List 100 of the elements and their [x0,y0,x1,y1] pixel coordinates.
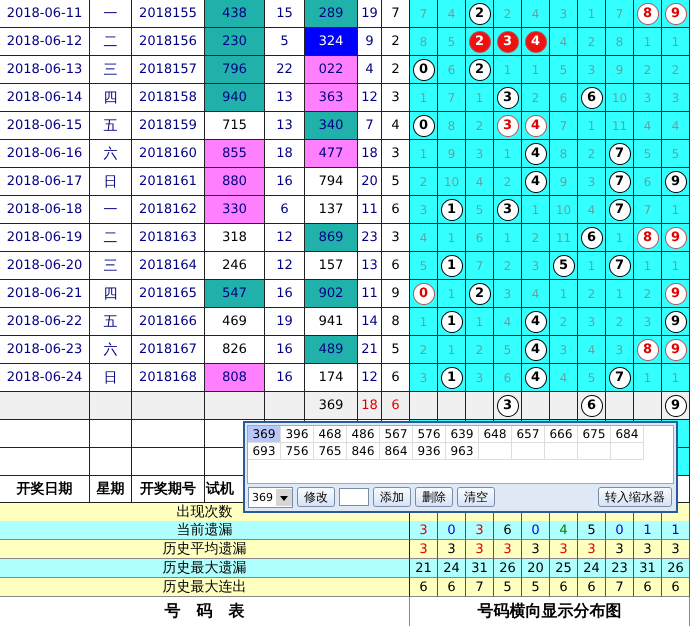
trial-sum: 16 [265,336,305,364]
draw-number: 489 [305,336,358,364]
miss-count: 1 [420,146,428,160]
action-button[interactable]: 修改 [297,487,335,507]
weekday: 二 [90,224,132,252]
miss-count: 1 [420,90,428,104]
number-item[interactable]: 765 [314,443,347,460]
column-header: 开奖期号 [132,476,205,503]
drawn-digit-ball: 0 [412,58,434,80]
drawn-digit-ball: 4 [524,366,546,388]
number-item[interactable]: 675 [578,426,611,443]
number-item[interactable]: 657 [512,426,545,443]
miss-count: 9 [616,62,624,76]
stat-value: 5 [578,521,606,540]
action-button[interactable]: 转入缩水器 [598,487,672,507]
draw-sum: 9 [358,28,382,56]
drawn-digit-ball: 6 [580,394,602,416]
weekday: 三 [90,252,132,280]
miss-count: 6 [448,62,456,76]
draw-date: 2018-06-15 [0,112,90,140]
stat-value: 3 [550,540,578,559]
issue-number: 2018155 [132,0,205,28]
span-value: 2 [382,28,410,56]
drawn-digit-ball: 1 [440,198,462,220]
miss-count: 1 [588,258,596,272]
span-value: 3 [382,140,410,168]
stat-value: 20 [522,559,550,578]
drawn-digit-ball: 9 [664,170,686,192]
trial-sum: 16 [265,364,305,392]
span-value: 5 [382,168,410,196]
stat-value: 3 [634,540,662,559]
miss-count: 6 [504,370,512,384]
trial-sum: 16 [265,280,305,308]
trial-number: 855 [205,140,265,168]
number-item[interactable]: 693 [248,443,281,460]
trial-number: 330 [205,196,265,224]
miss-count: 1 [588,6,596,20]
stat-value: 6 [662,578,690,597]
miss-count: 4 [588,202,596,216]
miss-count: 2 [420,174,428,188]
drawn-digit-ball: 0 [412,282,434,304]
stat-value: 3 [466,521,494,540]
miss-count: 1 [504,146,512,160]
action-button[interactable]: 删除 [415,487,453,507]
stat-value: 23 [606,559,634,578]
drawn-digit-ball: 7 [608,366,630,388]
number-item[interactable]: 963 [446,443,479,460]
weekday: 一 [90,0,132,28]
trial-number: 469 [205,308,265,336]
trial-number: 246 [205,252,265,280]
miss-count: 7 [616,6,624,20]
trial-sum: 22 [265,56,305,84]
number-item[interactable]: 684 [611,426,644,443]
miss-count: 4 [532,286,540,300]
draw-date: 2018-06-22 [0,308,90,336]
action-button[interactable]: 添加 [373,487,411,507]
miss-count: 2 [476,118,484,132]
number-item[interactable]: 567 [380,426,413,443]
weekday: 五 [90,112,132,140]
number-item[interactable]: 666 [545,426,578,443]
drawn-digit-ball: 8 [636,338,658,360]
action-button[interactable]: 清空 [457,487,495,507]
number-item[interactable]: 936 [413,443,446,460]
number-item[interactable]: 846 [347,443,380,460]
miss-count: 2 [588,146,596,160]
number-item[interactable]: 468 [314,426,347,443]
drawn-digit-ball: 1 [440,254,462,276]
number-item[interactable]: 756 [281,443,314,460]
total-number: 369 [305,392,358,420]
miss-count: 1 [616,286,624,300]
number-item[interactable]: 639 [446,426,479,443]
miss-count: 5 [644,146,652,160]
draw-date: 2018-06-24 [0,364,90,392]
span-value: 8 [382,308,410,336]
miss-count: 8 [616,34,624,48]
number-dropdown[interactable]: 369 [248,486,293,508]
drawn-digit-ball: 2 [468,58,490,80]
miss-count: 1 [644,34,652,48]
drawn-digit-ball: 8 [636,226,658,248]
miss-count: 2 [560,314,568,328]
draw-sum: 7 [358,112,382,140]
weekday: 三 [90,56,132,84]
miss-count: 7 [560,118,568,132]
trial-number: 715 [205,112,265,140]
table-title: 号 码 表 [0,597,410,626]
miss-count: 3 [560,342,568,356]
number-item[interactable]: 369 [248,426,281,443]
miss-count: 1 [448,230,456,244]
number-item[interactable]: 486 [347,426,380,443]
drawn-digit-ball: 8 [636,2,658,24]
span-value: 6 [382,196,410,224]
number-item[interactable]: 864 [380,443,413,460]
number-item[interactable]: 396 [281,426,314,443]
input-field[interactable] [339,488,369,506]
number-item[interactable]: 648 [479,426,512,443]
trial-sum: 5 [265,28,305,56]
miss-count: 4 [504,314,512,328]
draw-sum: 20 [358,168,382,196]
miss-count: 1 [420,314,428,328]
number-item[interactable]: 576 [413,426,446,443]
